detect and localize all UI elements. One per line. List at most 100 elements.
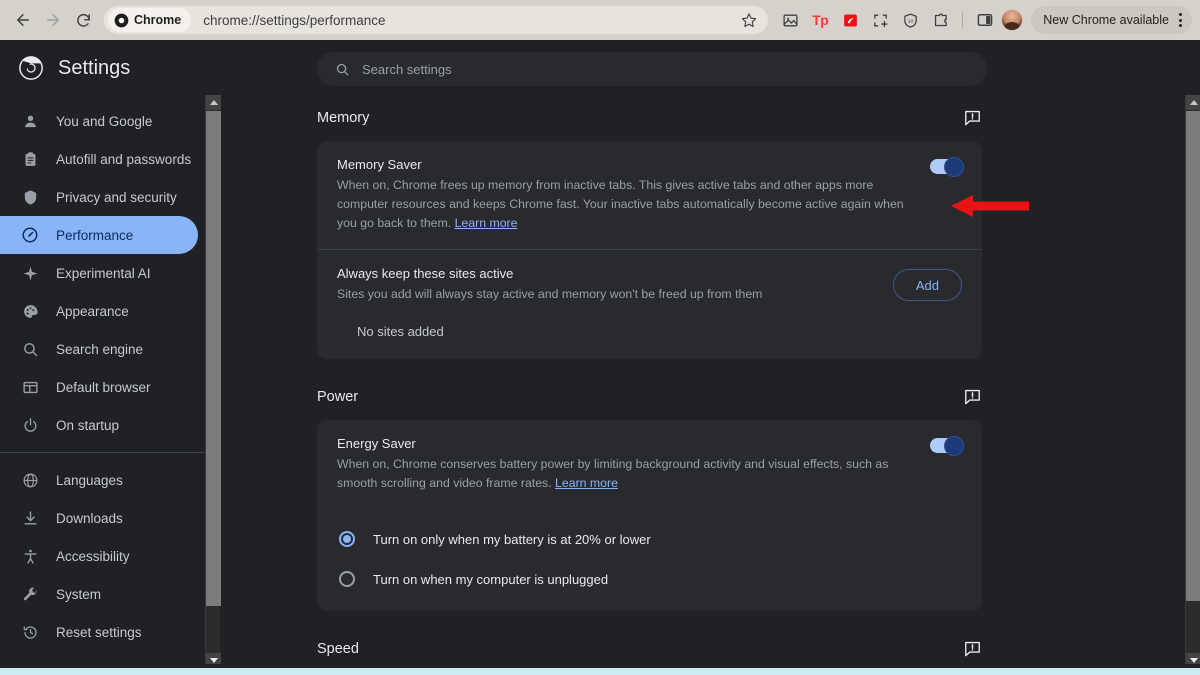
forward-button[interactable] [38, 5, 68, 35]
sidebar-item-label: On startup [56, 418, 119, 433]
chrome-chip-label: Chrome [134, 13, 181, 27]
sidebar-scroll-up-button[interactable] [206, 95, 221, 110]
memory-saver-toggle[interactable] [930, 159, 962, 174]
sidebar-item-label: Default browser [56, 380, 151, 395]
chrome-logo-icon [114, 13, 129, 28]
keep-sites-active-description: Sites you add will always stay active an… [337, 285, 877, 304]
sidebar-item-label: Performance [56, 228, 133, 243]
energy-saver-title: Energy Saver [337, 436, 914, 451]
main-scroll-thumb[interactable] [1186, 111, 1200, 601]
sidebar-nav-secondary: Languages Downloads Accessibility System [0, 461, 220, 651]
sidebar-item-downloads[interactable]: Downloads [0, 499, 198, 537]
wrench-icon [20, 584, 40, 604]
extensions-puzzle-icon [932, 12, 949, 29]
search-input[interactable]: Search settings [317, 52, 987, 86]
add-site-button[interactable]: Add [893, 269, 962, 301]
palette-icon [20, 301, 40, 321]
feedback-icon[interactable] [963, 108, 982, 127]
sidebar-item-on-startup[interactable]: On startup [0, 406, 198, 444]
memory-saver-title: Memory Saver [337, 157, 914, 172]
back-arrow-icon [14, 11, 32, 29]
settings-main: Search settings Memory Memory Sav [220, 40, 1185, 668]
sidebar-item-label: Languages [56, 473, 123, 488]
sidebar-item-appearance[interactable]: Appearance [0, 292, 198, 330]
sidebar-scroll-thumb[interactable] [206, 111, 221, 606]
side-panel-button[interactable] [971, 6, 999, 34]
sidebar-item-label: System [56, 587, 101, 602]
main-scrollbar[interactable] [1185, 95, 1200, 668]
power-card: Energy Saver When on, Chrome conserves b… [317, 420, 982, 611]
search-icon [335, 62, 350, 77]
reload-icon [75, 12, 92, 29]
globe-icon [20, 470, 40, 490]
sidebar-nav-primary: You and Google Autofill and passwords Pr… [0, 102, 220, 444]
reload-button[interactable] [68, 5, 98, 35]
sidebar-item-languages[interactable]: Languages [0, 461, 198, 499]
radio-computer-unplugged[interactable] [339, 571, 355, 587]
chrome-origin-chip[interactable]: Chrome [108, 8, 191, 32]
browser-window-icon [20, 377, 40, 397]
history-restore-icon [20, 622, 40, 642]
sidebar-item-label: Privacy and security [56, 190, 177, 205]
toggle-knob [944, 436, 964, 456]
sidebar-item-accessibility[interactable]: Accessibility [0, 537, 198, 575]
download-icon [20, 508, 40, 528]
settings-page: Settings You and Google Autofill and pas… [0, 40, 1200, 668]
toolbar-divider [962, 12, 963, 28]
memory-saver-learn-more-link[interactable]: Learn more [455, 216, 518, 230]
extensions-button[interactable] [926, 6, 954, 34]
address-bar[interactable]: Chrome chrome://settings/performance [104, 6, 768, 34]
memory-section-title: Memory [317, 110, 369, 126]
settings-content: Memory Memory Saver When on, Chrome free… [220, 86, 980, 658]
back-button[interactable] [8, 5, 38, 35]
settings-sidebar: Settings You and Google Autofill and pas… [0, 40, 220, 668]
energy-saver-row: Energy Saver When on, Chrome conserves b… [317, 420, 982, 509]
magnifier-icon [20, 339, 40, 359]
radio-battery-20-percent[interactable] [339, 531, 355, 547]
sidebar-item-performance[interactable]: Performance [0, 216, 198, 254]
energy-option-unplugged-row[interactable]: Turn on when my computer is unplugged [317, 559, 982, 611]
svg-text:10: 10 [907, 18, 913, 24]
sidebar-item-label: You and Google [56, 114, 152, 129]
energy-saver-toggle[interactable] [930, 438, 962, 453]
sidebar-item-search-engine[interactable]: Search engine [0, 330, 198, 368]
chevron-up-icon [210, 100, 218, 105]
sidebar-item-label: Accessibility [56, 549, 130, 564]
bookmark-star-button[interactable] [734, 8, 764, 32]
profile-avatar[interactable] [1001, 9, 1023, 31]
sidebar-item-label: Appearance [56, 304, 129, 319]
sidebar-item-experimental-ai[interactable]: Experimental AI [0, 254, 198, 292]
tp-extension-button[interactable]: Tp [806, 6, 834, 34]
radio-label: Turn on only when my battery is at 20% o… [373, 532, 651, 547]
sidebar-item-label: Autofill and passwords [56, 152, 191, 167]
image-extension-button[interactable] [776, 6, 804, 34]
red-extension-button[interactable] [836, 6, 864, 34]
sidebar-scrollbar[interactable] [205, 95, 220, 668]
sidebar-item-system[interactable]: System [0, 575, 198, 613]
energy-saver-learn-more-link[interactable]: Learn more [555, 476, 618, 490]
sidebar-item-default-browser[interactable]: Default browser [0, 368, 198, 406]
sidebar-item-autofill-and-passwords[interactable]: Autofill and passwords [0, 140, 198, 178]
three-dot-menu-icon[interactable] [1173, 13, 1188, 27]
sidebar-item-privacy-and-security[interactable]: Privacy and security [0, 178, 198, 216]
url-text: chrome://settings/performance [203, 13, 734, 28]
memory-saver-row: Memory Saver When on, Chrome frees up me… [317, 141, 982, 249]
chrome-update-button[interactable]: New Chrome available [1031, 6, 1192, 34]
energy-option-battery-row[interactable]: Turn on only when my battery is at 20% o… [317, 519, 982, 559]
chevron-down-icon [210, 658, 218, 663]
shield-extension-button[interactable]: 10 [896, 6, 924, 34]
sidebar-item-you-and-google[interactable]: You and Google [0, 102, 198, 140]
sparkle-icon [20, 263, 40, 283]
clipboard-icon [20, 149, 40, 169]
speed-section-header: Speed [317, 639, 982, 658]
update-label: New Chrome available [1043, 13, 1169, 27]
feedback-icon[interactable] [963, 387, 982, 406]
image-icon [782, 12, 799, 29]
feedback-icon[interactable] [963, 639, 982, 658]
sidebar-item-label: Experimental AI [56, 266, 151, 281]
red-bookmark-icon [842, 12, 859, 29]
capture-extension-button[interactable] [866, 6, 894, 34]
main-scroll-up-button[interactable] [1186, 95, 1200, 110]
toggle-knob [944, 157, 964, 177]
sidebar-item-reset-settings[interactable]: Reset settings [0, 613, 198, 651]
